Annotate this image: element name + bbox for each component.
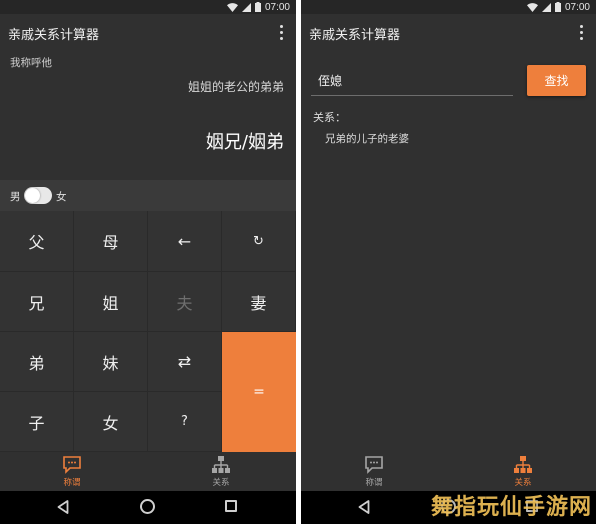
key-son[interactable]: 子 bbox=[0, 392, 74, 452]
key-daughter[interactable]: 女 bbox=[74, 392, 148, 452]
more-vert-icon[interactable] bbox=[580, 25, 584, 41]
search-input[interactable]: 侄媳 bbox=[311, 64, 513, 96]
more-vert-icon[interactable] bbox=[280, 25, 284, 41]
gender-bar: 男 女 bbox=[0, 180, 296, 211]
system-nav-bar bbox=[0, 491, 296, 524]
key-reset[interactable]: ↻ bbox=[222, 211, 296, 272]
key-younger-brother[interactable]: 弟 bbox=[0, 332, 74, 392]
calculator-screen: 07:00 亲戚关系计算器 我称呼他 姐姐的老公的弟弟 姻兄/姻弟 男 女 父 … bbox=[0, 0, 296, 524]
key-younger-sister[interactable]: 妹 bbox=[74, 332, 148, 392]
key-elder-sister[interactable]: 姐 bbox=[74, 272, 148, 332]
keypad: 父 母 ← ↻ 兄 姐 夫 妻 弟 妹 ⇄ = 子 女 ? bbox=[0, 211, 296, 452]
chat-icon bbox=[63, 456, 81, 474]
key-question[interactable]: ? bbox=[148, 392, 222, 452]
key-equals[interactable]: = bbox=[222, 332, 296, 452]
back-icon[interactable] bbox=[57, 500, 69, 514]
bottom-nav: 称谓 关系 bbox=[301, 452, 596, 491]
key-elder-brother[interactable]: 兄 bbox=[0, 272, 74, 332]
home-icon[interactable] bbox=[140, 499, 155, 514]
app-bar: 亲戚关系计算器 bbox=[301, 14, 596, 52]
tab-relation-label: 关系 bbox=[514, 478, 532, 488]
tab-title[interactable]: 称谓 bbox=[334, 452, 414, 491]
tab-relation[interactable]: 关系 bbox=[483, 452, 563, 491]
app-bar: 亲戚关系计算器 bbox=[0, 14, 296, 52]
bottom-nav: 称谓 关系 bbox=[0, 452, 296, 491]
signal-icon bbox=[541, 2, 551, 12]
status-bar: 07:00 bbox=[0, 0, 296, 14]
relation-value: 兄弟的儿子的老婆 bbox=[325, 133, 409, 145]
hierarchy-icon bbox=[514, 456, 532, 473]
key-husband[interactable]: 夫 bbox=[148, 272, 222, 332]
key-backspace[interactable]: ← bbox=[148, 211, 222, 272]
search-button[interactable]: 查找 bbox=[527, 65, 586, 96]
wifi-icon bbox=[226, 2, 238, 12]
back-icon[interactable] bbox=[358, 500, 370, 514]
battery-icon bbox=[554, 2, 561, 12]
key-swap[interactable]: ⇄ bbox=[148, 332, 222, 392]
status-time: 07:00 bbox=[264, 1, 290, 13]
signal-icon bbox=[241, 2, 251, 12]
tab-title-label: 称谓 bbox=[63, 478, 81, 488]
relation-chain-text: 姐姐的老公的弟弟 bbox=[187, 80, 284, 94]
status-bar: 07:00 bbox=[301, 0, 596, 14]
recents-icon[interactable] bbox=[225, 500, 237, 512]
watermark: 舞指玩仙手游网 bbox=[430, 495, 592, 520]
result-text: 姻兄/姻弟 bbox=[205, 132, 284, 153]
caption-label: 我称呼他 bbox=[10, 57, 52, 69]
gender-female-label: 女 bbox=[56, 191, 67, 203]
hierarchy-icon bbox=[212, 456, 230, 473]
tab-title-label: 称谓 bbox=[365, 478, 383, 488]
tab-relation[interactable]: 关系 bbox=[181, 452, 261, 491]
status-time: 07:00 bbox=[564, 1, 590, 13]
toggle-knob bbox=[25, 188, 40, 203]
key-father[interactable]: 父 bbox=[0, 211, 74, 272]
key-mother[interactable]: 母 bbox=[74, 211, 148, 272]
tab-relation-label: 关系 bbox=[212, 478, 230, 488]
key-wife[interactable]: 妻 bbox=[222, 272, 296, 332]
gender-toggle[interactable] bbox=[24, 187, 52, 204]
battery-icon bbox=[254, 2, 261, 12]
chat-icon bbox=[365, 456, 383, 474]
wifi-icon bbox=[526, 2, 538, 12]
gender-male-label: 男 bbox=[10, 191, 21, 203]
app-title: 亲戚关系计算器 bbox=[8, 28, 100, 43]
app-title: 亲戚关系计算器 bbox=[309, 28, 401, 43]
search-screen: 07:00 亲戚关系计算器 侄媳 查找 关系： 兄弟的儿子的老婆 称谓 关系 bbox=[301, 0, 596, 524]
relation-label: 关系： bbox=[313, 111, 346, 124]
tab-title[interactable]: 称谓 bbox=[32, 452, 112, 491]
